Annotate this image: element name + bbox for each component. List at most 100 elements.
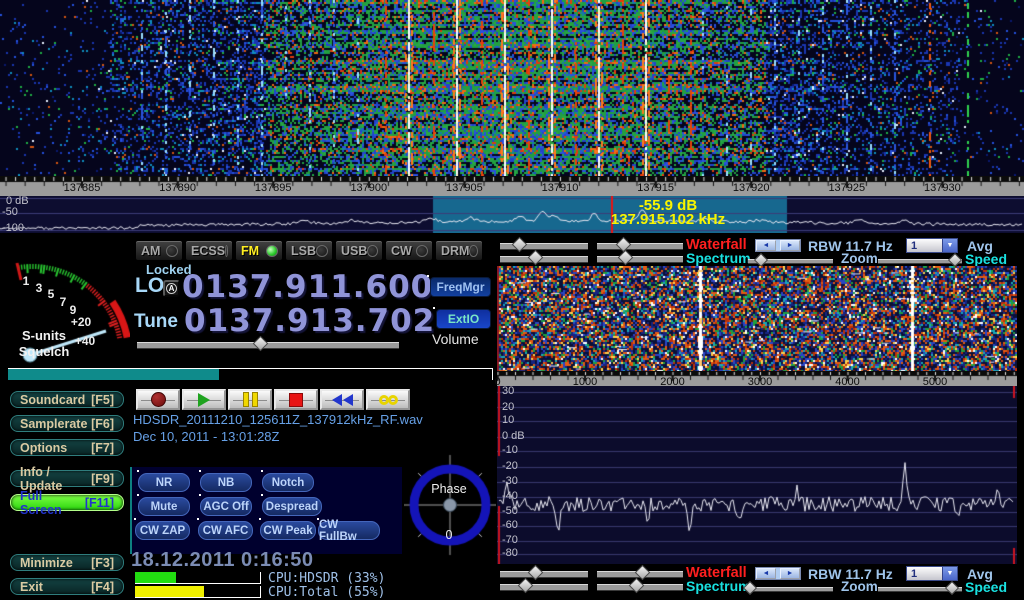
mode-button-ecss[interactable]: ECSS [185, 240, 233, 261]
dsp-button-cw-peak[interactable]: CW Peak [260, 521, 316, 540]
zoom-slider-top-thumb[interactable] [754, 252, 768, 266]
recording-timestamp: Dec 10, 2011 - 13:01:28Z [133, 429, 279, 444]
display-controls-top: WaterfallSpectrum◄►RBW 11.7 Hz1▼AvgZoomS… [497, 238, 1024, 266]
rf-scale-tick-label: 137900 [339, 182, 399, 194]
spectrum-brightness-slider-bottom[interactable] [597, 580, 683, 593]
mode-led-icon [266, 245, 278, 257]
waterfall-contrast-slider-bottom[interactable] [500, 567, 588, 580]
volume-slider[interactable] [137, 338, 399, 351]
sidebar-button-minimize[interactable]: Minimize[F3] [10, 554, 124, 571]
squelch-level-bar[interactable] [8, 368, 493, 380]
lo-frequency-display[interactable]: 0137.911.600 [182, 269, 433, 305]
rf-spectrum-db-label: -50 [2, 206, 18, 218]
s-meter-units-label: S-units [2, 328, 86, 343]
rf-scale-tick-label: 137905 [434, 182, 494, 194]
avg-dropdown-bottom[interactable]: 1▼ [906, 566, 958, 581]
dsp-panel: NR NB Notch Mute AGC Off Despread CW ZAP CW AFC… [132, 467, 402, 554]
dsp-button-cw-afc[interactable]: CW AFC [198, 521, 253, 540]
band-scroll-bottom[interactable]: ◄► [755, 567, 801, 580]
af-spectrum-db-label: -20 [502, 460, 518, 472]
mode-button-am[interactable]: AM [135, 240, 183, 261]
dsp-button-mute[interactable]: Mute [138, 497, 190, 516]
play-button[interactable] [182, 389, 226, 410]
af-spectrum-db-label: -50 [502, 505, 518, 517]
extio-button[interactable]: ExtIO [436, 309, 491, 329]
dropdown-arrow-icon[interactable]: ▼ [942, 567, 957, 580]
waterfall-brightness-slider-top[interactable] [597, 239, 683, 252]
spectrum-contrast-slider-top[interactable] [500, 252, 588, 265]
mode-button-fm[interactable]: FM [235, 240, 283, 261]
s-meter-squelch-label[interactable]: Squelch [2, 344, 86, 359]
s-meter-scale-number: 7 [60, 295, 67, 309]
dsp-button-cw-zap[interactable]: CW ZAP [135, 521, 190, 540]
rewind-icon [332, 394, 353, 406]
sidebar-button-samplerate[interactable]: Samplerate[F6] [10, 415, 124, 432]
sidebar-button-options[interactable]: Options[F7] [10, 439, 124, 456]
cpu-total-fill [135, 586, 204, 597]
af-waterfall-display[interactable] [497, 266, 1017, 371]
lo-lock-button[interactable]: A [163, 280, 180, 297]
mode-button-drm[interactable]: DRM [435, 240, 483, 261]
scroll-right-icon[interactable]: ► [780, 568, 800, 579]
pause-button[interactable] [228, 389, 272, 410]
rewind-button[interactable] [320, 389, 364, 410]
spectrum-brightness-slider-top[interactable] [597, 252, 683, 265]
s-meter-scale-number: 5 [48, 287, 55, 301]
af-spectrum-db-label: 0 dB [502, 430, 525, 442]
speed-slider-top-thumb[interactable] [948, 252, 962, 266]
speed-slider-bottom[interactable] [878, 582, 962, 595]
af-spectrum-db-label: -80 [502, 547, 518, 559]
band-scroll-top[interactable]: ◄► [755, 239, 801, 252]
sidebar-button-hotkey: [F7] [91, 441, 114, 455]
af-spectrum-db-label: -70 [502, 534, 518, 546]
sidebar-button-label: Exit [20, 580, 43, 594]
mode-led-icon [166, 245, 178, 257]
zoom-slider-bottom[interactable] [748, 582, 833, 595]
dsp-button-nr[interactable]: NR [138, 473, 190, 492]
play-icon [198, 393, 210, 407]
dsp-button-cw-fullbw[interactable]: CW FullBw [318, 521, 380, 540]
spectrum-contrast-slider-bottom[interactable] [500, 580, 588, 593]
avg-dropdown-value: 1 [907, 567, 942, 580]
mode-button-label: DRM [441, 244, 469, 258]
scroll-right-icon[interactable]: ► [780, 240, 800, 251]
avg-dropdown-top[interactable]: 1▼ [906, 238, 958, 253]
rf-spectrum-display[interactable] [0, 196, 1024, 233]
dropdown-arrow-icon[interactable]: ▼ [942, 239, 957, 252]
record-button[interactable] [136, 389, 180, 410]
rf-waterfall-display[interactable] [0, 0, 1024, 176]
mode-button-cw[interactable]: CW [385, 240, 433, 261]
waterfall-brightness-slider-top-track [597, 243, 683, 250]
mode-button-label: ECSS [191, 244, 225, 258]
af-spectrum-db-label: -60 [502, 519, 518, 531]
sidebar-button-hotkey: [F11] [85, 496, 114, 510]
scroll-left-icon[interactable]: ◄ [756, 240, 776, 251]
loop-button[interactable] [366, 389, 410, 410]
dsp-button-agc-off[interactable]: AGC Off [200, 497, 252, 516]
sidebar-button-exit[interactable]: Exit[F4] [10, 578, 124, 595]
zoom-label-bottom: Zoom [841, 579, 878, 594]
rf-scale-tick-label: 137885 [52, 182, 112, 194]
sidebar-button-label: Minimize [20, 556, 73, 570]
dsp-button-notch[interactable]: Notch [262, 473, 314, 492]
dsp-button-nb[interactable]: NB [200, 473, 252, 492]
mode-led-icon [316, 245, 328, 257]
s-meter-scale-number: +20 [71, 315, 91, 329]
sidebar-button-hotkey: [F9] [91, 472, 114, 486]
waterfall-contrast-slider-top[interactable] [500, 239, 588, 252]
af-spectrum-display[interactable] [497, 386, 1017, 564]
spectrum-contrast-slider-top-track [500, 256, 588, 263]
dsp-button-despread[interactable]: Despread [262, 497, 322, 516]
mode-button-lsb[interactable]: LSB [285, 240, 333, 261]
freqmgr-button[interactable]: FreqMgr [430, 277, 491, 297]
scroll-left-icon[interactable]: ◄ [756, 568, 776, 579]
stop-button[interactable] [274, 389, 318, 410]
sidebar-button-soundcard[interactable]: Soundcard[F5] [10, 391, 124, 408]
mode-button-usb[interactable]: USB [335, 240, 383, 261]
tune-frequency-display[interactable]: 0137.913.702 [184, 303, 435, 339]
speed-slider-bottom-thumb[interactable] [945, 580, 959, 594]
spectrum-brightness-slider-top-track [597, 256, 683, 263]
waterfall-brightness-slider-bottom[interactable] [597, 567, 683, 580]
sidebar-button-fullscreen[interactable]: Full Screen[F11] [10, 494, 124, 511]
sidebar-button-info-update[interactable]: Info / Update[F9] [10, 470, 124, 487]
